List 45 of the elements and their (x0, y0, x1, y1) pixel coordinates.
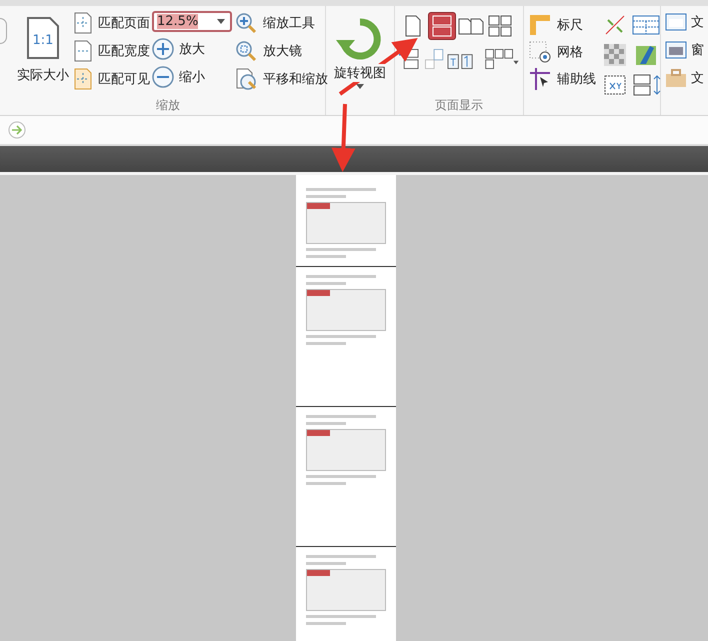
page-layout-icon (487, 14, 513, 38)
fit-button[interactable]: 匹配宽度 (73, 38, 150, 63)
dropdown-caret-icon (356, 84, 364, 89)
page-icon (73, 40, 93, 62)
grid-button[interactable]: 网格 (528, 39, 596, 64)
page-icon (73, 68, 93, 90)
toolbox-icon (665, 68, 687, 88)
ribbon-item-label[interactable]: 文 (691, 69, 704, 87)
checkerboard-icon (604, 44, 626, 66)
magnifier-icon (234, 38, 258, 62)
fit-button[interactable]: 匹配页面 (73, 10, 150, 35)
zoom-tool-button[interactable]: 平移和缩放 (234, 66, 328, 91)
zoom-field[interactable]: 12.5% (152, 11, 232, 32)
page-icon (73, 12, 93, 34)
zoom-in-button[interactable]: 放大 (152, 36, 232, 61)
plus-circle-icon (152, 38, 174, 60)
page-height-icon (632, 74, 662, 96)
actual-size-button[interactable]: 1:1 实际大小 (15, 10, 71, 97)
fit-button[interactable]: 匹配可见 (73, 66, 150, 91)
crosshair-cursor-icon (528, 66, 552, 90)
split-icon (604, 14, 626, 36)
window-icon (665, 12, 687, 32)
window-icon (665, 40, 687, 60)
document-magnifier-icon (234, 66, 258, 90)
ruler-icon (528, 12, 552, 36)
minus-circle-icon (152, 66, 174, 88)
guide-button[interactable]: 辅助线 (528, 66, 596, 91)
page-layout-button[interactable] (428, 12, 456, 40)
rotate-view-button[interactable]: 旋转视图 (330, 10, 390, 93)
xy-coordinates-icon (604, 74, 626, 96)
group-label: 缩放 (155, 97, 181, 114)
page-split-icon (399, 46, 420, 72)
magnifier-icon (234, 10, 258, 34)
zoom-out-button[interactable]: 缩小 (152, 64, 232, 89)
annotation-arrow (331, 104, 356, 172)
multi-page-icon (484, 46, 519, 72)
group-label: 页面显示 (434, 97, 484, 114)
ribbon-item-label[interactable]: 文 (691, 13, 704, 31)
zoom-tool-button[interactable]: 放大镜 (234, 38, 328, 63)
zoom-tool-button[interactable]: 缩放工具 (234, 10, 328, 35)
ribbon-item-label[interactable]: 窗 (691, 41, 704, 59)
page-icon: 1:1 (26, 16, 60, 60)
dropdown-caret-icon (217, 19, 225, 24)
ruler-button[interactable]: 标尺 (528, 12, 596, 37)
grid-icon (528, 40, 552, 64)
